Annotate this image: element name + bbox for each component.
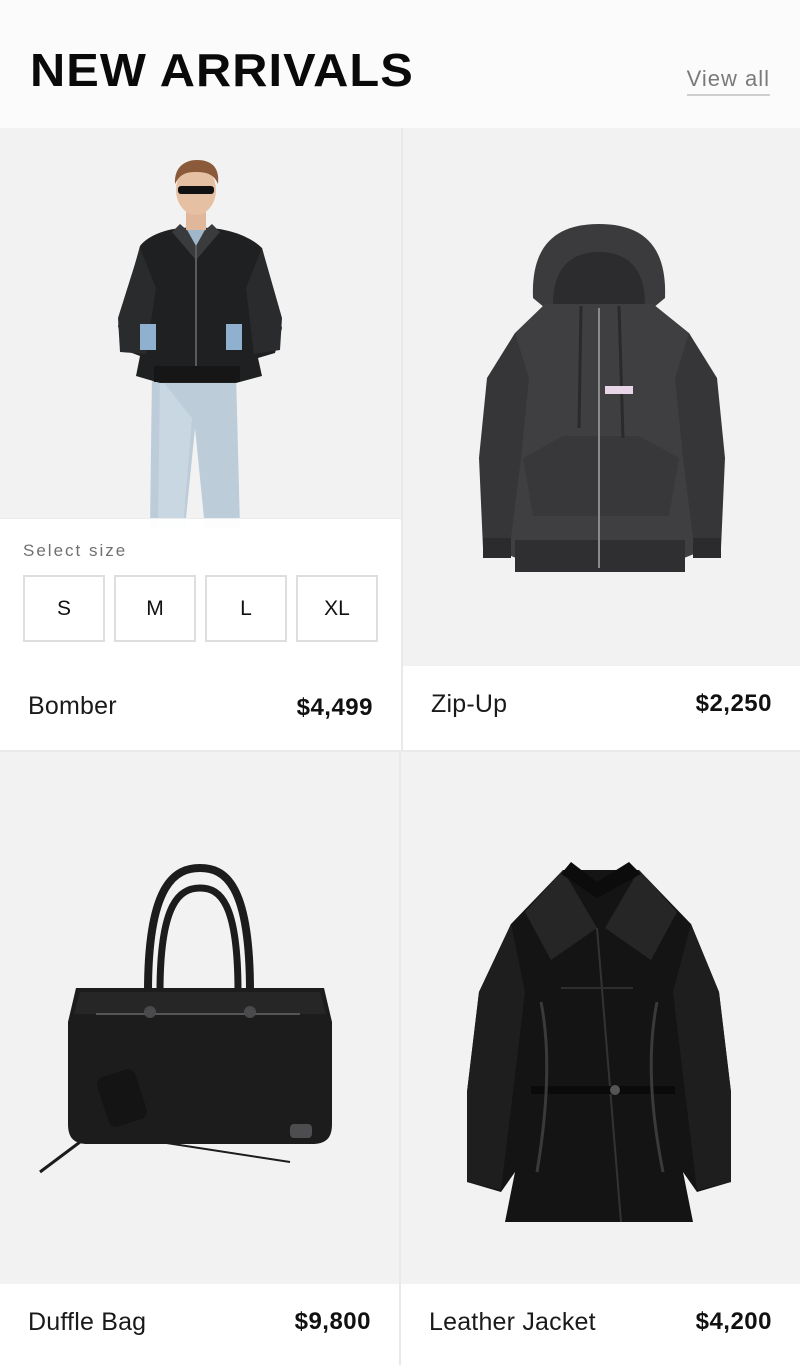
size-button-m[interactable]: M <box>114 575 196 642</box>
product-name[interactable]: Duffle Bag <box>28 1308 146 1337</box>
product-name[interactable]: Zip-Up <box>431 690 507 719</box>
product-price: $9,800 <box>294 1308 371 1335</box>
size-selector-label: Select size <box>23 541 128 560</box>
leather-jacket-image <box>467 862 731 1223</box>
product-price: $4,499 <box>296 694 373 721</box>
view-all-link[interactable]: View all <box>686 66 770 96</box>
product-card-bomber[interactable]: Select size S M L XL Bomber $4,499 <box>0 128 401 750</box>
duffle-bag-image <box>39 863 332 1174</box>
product-grid: Select size S M L XL Bomber $4,499 Zip-U… <box>0 128 800 1365</box>
size-selector: Select size S M L XL <box>0 518 401 670</box>
page-title: NEW ARRIVALS <box>30 44 414 96</box>
product-image-zipup[interactable] <box>403 128 800 666</box>
product-image-leather-jacket[interactable] <box>401 752 800 1284</box>
product-price: $2,250 <box>695 690 772 717</box>
zip-up-hoodie-image <box>479 224 725 572</box>
product-card-zipup[interactable]: Zip-Up $2,250 <box>403 128 800 750</box>
size-button-s[interactable]: S <box>23 575 105 642</box>
product-card-leather-jacket[interactable]: Leather Jacket $4,200 <box>401 752 800 1365</box>
size-options: S M L XL <box>23 575 378 642</box>
product-card-duffle-bag[interactable]: Duffle Bag $9,800 <box>0 752 399 1365</box>
page-header: NEW ARRIVALS View all <box>0 0 800 128</box>
product-name[interactable]: Leather Jacket <box>429 1308 596 1337</box>
product-price: $4,200 <box>695 1308 772 1335</box>
size-button-l[interactable]: L <box>205 575 287 642</box>
product-name[interactable]: Bomber <box>28 692 117 721</box>
product-image-duffle-bag[interactable] <box>0 752 399 1284</box>
size-button-xl[interactable]: XL <box>296 575 378 642</box>
